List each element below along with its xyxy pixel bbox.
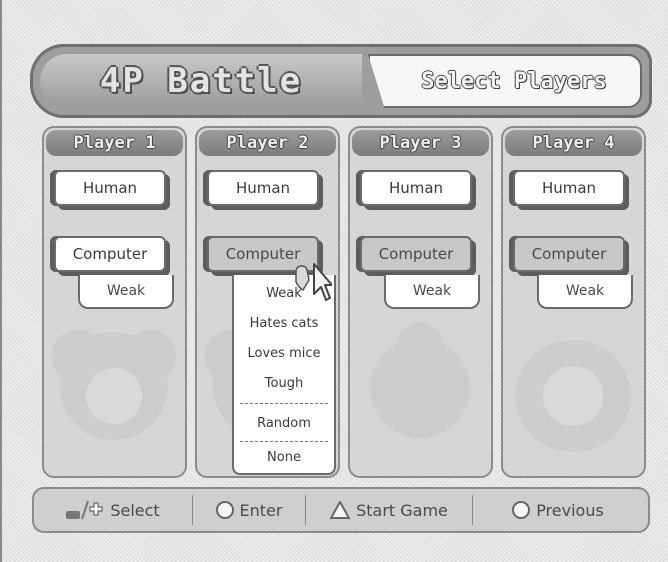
triangle-button-icon <box>330 501 351 519</box>
human-option-1[interactable]: Human <box>54 170 166 206</box>
computer-option-1[interactable]: Computer <box>54 236 166 272</box>
header-subtitle-plate: Select Players <box>368 54 642 108</box>
mascot-silhouette <box>515 340 631 452</box>
computer-option-4[interactable]: Computer <box>513 236 625 272</box>
player-label: Player 2 <box>226 133 309 153</box>
guide-enter-label: Enter <box>239 500 283 520</box>
player-column-3: Player 3 Human Computer Weak <box>348 126 493 478</box>
difficulty-dropdown-2: Weak Hates cats Loves mice Tough Random … <box>232 275 336 475</box>
header-title-plate: 4P Battle <box>40 54 362 108</box>
computer-option-3[interactable]: Computer <box>360 236 472 272</box>
difficulty-select-3[interactable]: Weak <box>384 275 480 309</box>
player-tab-2: Player 2 <box>199 130 336 156</box>
button-guide-bar: Select Enter Start Game Previous <box>32 487 650 533</box>
guide-start-label: Start Game <box>356 500 448 520</box>
dropdown-option-none[interactable]: None <box>234 443 334 471</box>
player-tab-3: Player 3 <box>352 130 489 156</box>
guide-start-game: Start Game <box>306 487 472 533</box>
player-label: Player 3 <box>379 133 462 153</box>
screen: 4P Battle Select Players Player 1 Human … <box>0 0 668 562</box>
mascot-silhouette <box>370 322 470 438</box>
human-option-3[interactable]: Human <box>360 170 472 206</box>
dropdown-option-loves-mice[interactable]: Loves mice <box>234 339 334 367</box>
guide-enter: Enter <box>193 487 305 533</box>
guide-previous: Previous <box>473 487 643 533</box>
dropdown-option-random[interactable]: Random <box>234 409 334 437</box>
player-column-1: Player 1 Human Computer Weak <box>42 126 187 478</box>
difficulty-select-1[interactable]: Weak <box>78 275 174 309</box>
header-bar: 4P Battle Select Players <box>30 44 652 118</box>
player-label: Player 1 <box>73 133 156 153</box>
dropdown-option-tough[interactable]: Tough <box>234 369 334 397</box>
page-subtitle: Select Players <box>421 68 607 94</box>
player-label: Player 4 <box>532 133 615 153</box>
human-option-4[interactable]: Human <box>513 170 625 206</box>
human-option-2[interactable]: Human <box>207 170 319 206</box>
guide-select: Select <box>32 487 192 533</box>
dropdown-divider <box>240 403 328 404</box>
dropdown-option-hates-cats[interactable]: Hates cats <box>234 309 334 337</box>
guide-previous-label: Previous <box>536 500 604 520</box>
mascot-silhouette <box>52 330 176 440</box>
guide-select-label: Select <box>110 500 160 520</box>
player-tab-1: Player 1 <box>46 130 183 156</box>
hand-cursor-icon <box>295 263 332 301</box>
dropdown-divider <box>240 441 328 442</box>
circle-button-icon <box>215 501 234 519</box>
player-tab-4: Player 4 <box>505 130 642 156</box>
player-column-4: Player 4 Human Computer Weak <box>501 126 646 478</box>
dpad-icon <box>66 500 103 520</box>
difficulty-select-4[interactable]: Weak <box>537 275 633 309</box>
page-title: 4P Battle <box>99 61 303 101</box>
circle-button-icon <box>512 501 531 519</box>
